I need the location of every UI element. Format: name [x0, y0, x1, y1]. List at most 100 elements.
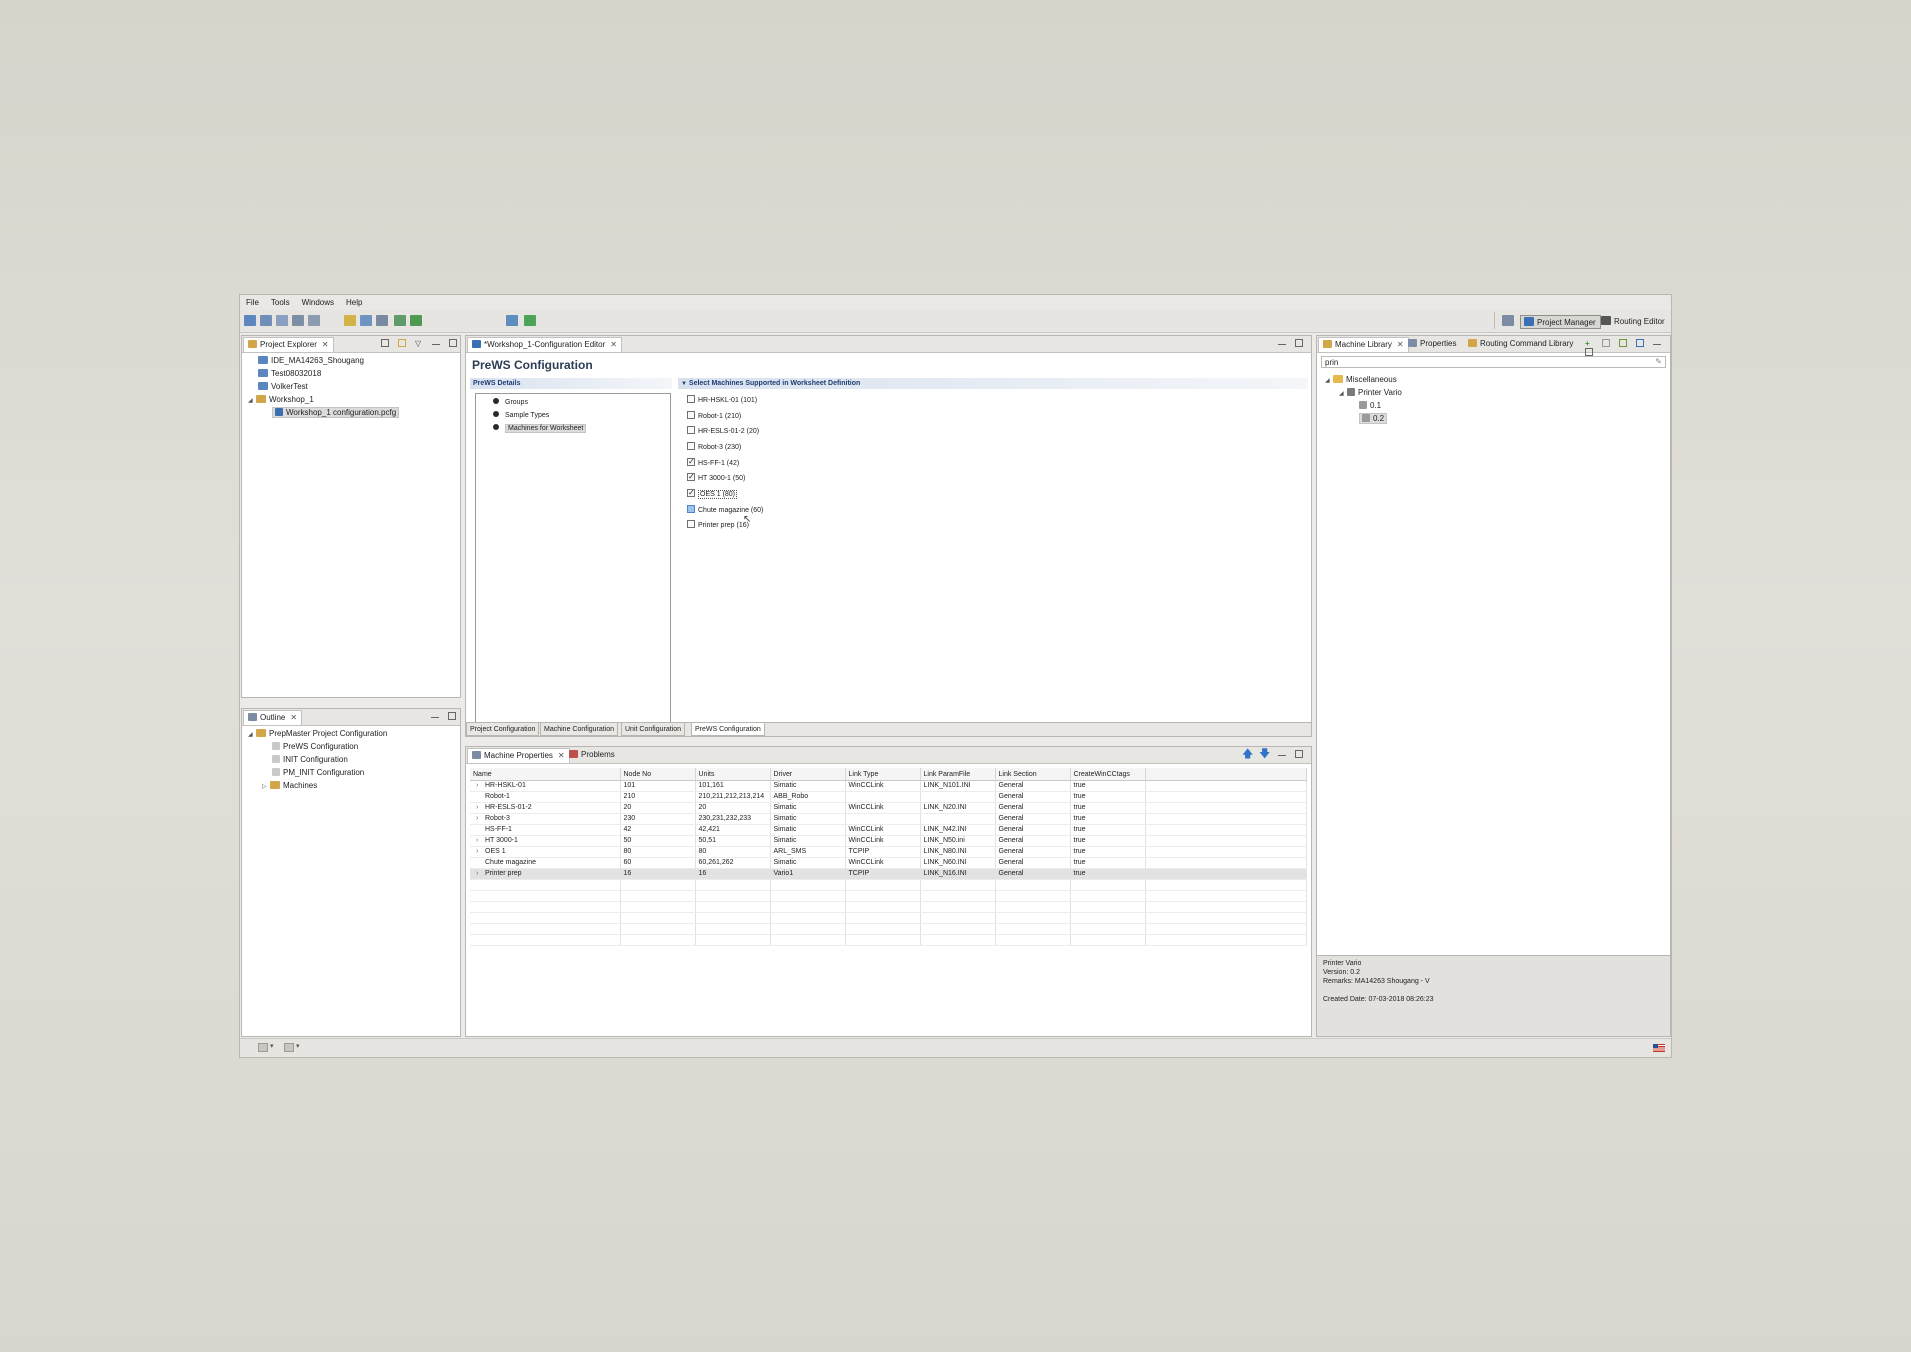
checkbox-icon[interactable] — [687, 520, 695, 528]
tree-item-project-expanded[interactable]: ◢ Workshop_1 — [248, 394, 314, 406]
menu-file[interactable]: File — [240, 295, 265, 308]
remove-icon[interactable] — [1602, 338, 1610, 347]
checkbox-icon[interactable] — [687, 442, 695, 450]
deploy-icon[interactable] — [394, 315, 406, 326]
machine-checkbox[interactable]: Robot-1 (210) — [687, 411, 741, 423]
tab-properties[interactable]: Properties — [1404, 337, 1460, 351]
close-icon[interactable]: ✕ — [322, 338, 329, 352]
column-header[interactable]: Link ParamFile — [920, 768, 996, 781]
outline-item[interactable]: PM_INIT Configuration — [272, 767, 364, 779]
maximize-icon[interactable] — [449, 338, 457, 347]
import-icon[interactable] — [344, 315, 356, 326]
details-item-sample-types[interactable]: Sample Types — [493, 410, 549, 422]
machine-checkbox[interactable]: HR-ESLS-01-2 (20) — [687, 426, 759, 438]
row-expand-icon[interactable]: › — [476, 869, 485, 879]
row-expand-icon[interactable]: › — [476, 814, 485, 824]
expand-arrow-icon[interactable]: ◢ — [248, 729, 256, 741]
link-editor-icon[interactable] — [398, 338, 406, 347]
table-row[interactable]: Robot-1 210 210,211,212,213,214 ABB_Robo Gen… — [470, 791, 1307, 803]
layout-icon[interactable] — [1636, 338, 1644, 347]
row-expand-icon[interactable]: › — [476, 803, 485, 813]
perspective-project-manager[interactable]: Project Manager — [1520, 315, 1601, 329]
table-row[interactable]: › OES 1 80 80 ARL_SMS TCPIP LINK_N80.INI Genera… — [470, 846, 1307, 858]
tab-project-configuration[interactable]: Project Configuration — [466, 723, 540, 736]
expand-arrow-icon[interactable]: ▷ — [262, 781, 270, 793]
menu-tools[interactable]: Tools — [265, 295, 296, 308]
maximize-icon[interactable] — [1585, 347, 1593, 356]
row-expand-icon[interactable]: › — [476, 836, 485, 846]
checkbox-icon[interactable] — [687, 411, 695, 419]
tab-prews-configuration[interactable]: PreWS Configuration — [691, 723, 765, 736]
details-item-groups[interactable]: Groups — [493, 397, 528, 409]
library-version[interactable]: 0.1 — [1359, 400, 1381, 412]
minimize-icon[interactable] — [1653, 340, 1661, 346]
tab-machine-properties[interactable]: Machine Properties ✕ — [467, 748, 570, 763]
maximize-icon[interactable] — [1295, 338, 1303, 347]
chevron-down-icon[interactable]: ▾ — [296, 1042, 300, 1050]
column-header[interactable]: Link Section — [995, 768, 1071, 781]
table-row[interactable]: HS-FF-1 42 42,421 Simatic WinCCLink LINK_N42.… — [470, 824, 1307, 836]
outline-item-machines[interactable]: ▷ Machines — [262, 780, 317, 792]
tree-item-config-file[interactable]: Workshop_1 configuration.pcfg — [272, 407, 400, 419]
checkbox-checked-icon[interactable] — [687, 487, 695, 499]
quick-access-icon[interactable] — [258, 1043, 268, 1052]
machine-checkbox[interactable]: Robot-3 (230) — [687, 442, 741, 454]
column-header[interactable]: Name — [470, 768, 621, 781]
outline-item[interactable]: INIT Configuration — [272, 754, 348, 766]
table-row[interactable]: › HR-HSKL-01 101 101,161 Simatic WinCCLink LIN… — [470, 780, 1307, 792]
expand-arrow-icon[interactable]: ◢ — [248, 395, 256, 407]
library-search-input[interactable]: prin — [1321, 356, 1666, 368]
add-icon[interactable]: + — [1585, 339, 1593, 348]
save-icon[interactable] — [292, 315, 304, 326]
checkbox-checked-icon[interactable] — [687, 471, 695, 483]
library-version[interactable]: 0.2 — [1359, 413, 1388, 425]
column-header[interactable]: Node No — [620, 768, 696, 781]
chevron-down-icon[interactable]: ▾ — [270, 1042, 274, 1050]
machine-checkbox[interactable]: HS-FF-1 (42) — [687, 456, 739, 470]
open-project-icon[interactable] — [260, 315, 272, 326]
column-header[interactable]: CreateWinCCtags — [1070, 768, 1146, 781]
run-icon[interactable] — [506, 315, 518, 326]
outline-root[interactable]: ◢ PrepMaster Project Configuration — [248, 728, 387, 740]
details-item-machines[interactable]: Machines for Worksheet — [493, 423, 587, 435]
minimize-icon[interactable] — [432, 340, 440, 346]
menu-windows[interactable]: Windows — [296, 295, 340, 308]
table-row[interactable]: › HR-ESLS-01-2 20 20 Simatic WinCCLink LINK_N2… — [470, 802, 1307, 814]
build-icon[interactable] — [376, 315, 388, 326]
edit-icon[interactable] — [1619, 338, 1627, 347]
library-folder[interactable]: ◢ Miscellaneous — [1325, 374, 1397, 386]
outline-item[interactable]: PreWS Configuration — [272, 741, 358, 753]
column-header[interactable]: Driver — [770, 768, 846, 781]
view-menu-icon[interactable]: ▽ — [415, 339, 423, 348]
heap-status-icon[interactable] — [284, 1043, 294, 1052]
new-project-icon[interactable] — [244, 315, 256, 326]
machine-checkbox[interactable]: Chute magazine (60) — [687, 505, 763, 517]
maximize-icon[interactable] — [448, 711, 456, 720]
machine-checkbox[interactable]: HR-HSKL-01 (101) — [687, 395, 757, 407]
minimize-icon[interactable] — [1278, 751, 1286, 757]
expand-arrow-icon[interactable]: ◢ — [1325, 375, 1333, 387]
tab-project-explorer[interactable]: Project Explorer ✕ — [243, 337, 334, 352]
checkbox-checked-icon[interactable] — [687, 456, 695, 468]
validate-icon[interactable] — [524, 315, 536, 326]
table-row[interactable]: › HT 3000-1 50 50,51 Simatic WinCCLink LINK_N5… — [470, 835, 1307, 847]
tab-machine-configuration[interactable]: Machine Configuration — [540, 723, 619, 736]
checkbox-icon[interactable] — [687, 395, 695, 403]
column-header[interactable]: Units — [695, 768, 771, 781]
row-expand-icon[interactable]: › — [476, 847, 485, 857]
open-perspective-icon[interactable] — [1502, 315, 1514, 326]
export-icon[interactable] — [360, 315, 372, 326]
clear-search-icon[interactable]: ✎ — [1655, 357, 1662, 366]
tab-unit-configuration[interactable]: Unit Configuration — [621, 723, 686, 736]
tree-item-project[interactable]: VolkerTest — [250, 381, 308, 393]
close-icon[interactable]: ✕ — [290, 711, 297, 725]
machine-checkbox[interactable]: Printer prep (16) — [687, 520, 749, 532]
collapse-all-icon[interactable] — [381, 338, 389, 347]
table-row[interactable]: › Printer prep 16 16 Vario1 TCPIP LINK_N16.INI… — [470, 868, 1307, 880]
save-all-icon[interactable] — [308, 315, 320, 326]
collapse-arrow-icon[interactable]: ▼ — [681, 381, 687, 387]
tab-outline[interactable]: Outline ✕ — [243, 710, 303, 725]
table-row[interactable]: › Robot-3 230 230,231,232,233 Simatic General… — [470, 813, 1307, 825]
row-expand-icon[interactable]: › — [476, 781, 485, 791]
library-machine[interactable]: ◢ Printer Vario — [1339, 387, 1402, 399]
